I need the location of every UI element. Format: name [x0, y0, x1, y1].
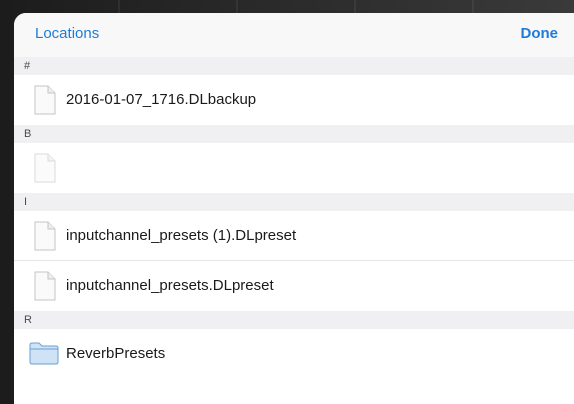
locations-button[interactable]: Locations — [35, 25, 99, 42]
folder-row[interactable]: ReverbPresets — [14, 329, 574, 379]
file-row[interactable]: 2016-01-07_1716.DLbackup — [14, 75, 574, 125]
folder-name: ReverbPresets — [66, 345, 166, 362]
section-header-r: R — [14, 311, 574, 329]
folder-icon — [29, 341, 59, 365]
document-icon — [34, 221, 56, 251]
section-header-i: I — [14, 193, 574, 211]
document-icon — [34, 271, 56, 301]
document-picker-sheet: Locations Done # 2016-01-07_1716.DLbacku… — [14, 13, 574, 404]
done-button[interactable]: Done — [521, 25, 559, 42]
document-icon — [34, 153, 56, 183]
file-row-disabled — [14, 143, 574, 193]
file-row[interactable]: inputchannel_presets.DLpreset — [14, 261, 574, 311]
section-header-b: B — [14, 125, 574, 143]
file-name: inputchannel_presets.DLpreset — [66, 277, 274, 294]
navigation-bar: Locations Done — [14, 13, 574, 57]
file-row[interactable]: inputchannel_presets (1).DLpreset — [14, 211, 574, 261]
document-icon — [34, 85, 56, 115]
section-header-hash: # — [14, 57, 574, 75]
file-name: 2016-01-07_1716.DLbackup — [66, 91, 257, 108]
file-name: inputchannel_presets (1).DLpreset — [66, 227, 297, 244]
